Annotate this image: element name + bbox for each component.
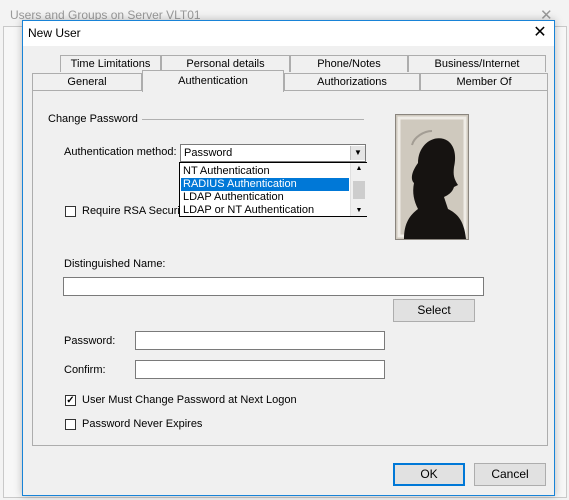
group-divider	[142, 119, 364, 120]
cancel-button[interactable]: Cancel	[474, 463, 546, 486]
tab-phone-notes[interactable]: Phone/Notes	[290, 55, 408, 72]
auth-method-combobox[interactable]: Password ▼	[180, 144, 366, 162]
password-field[interactable]	[135, 331, 385, 350]
chevron-down-icon[interactable]: ▼	[350, 146, 365, 160]
auth-method-label: Authentication method:	[64, 146, 177, 158]
scroll-up-icon[interactable]: ▲	[351, 163, 367, 174]
tab-business-internet[interactable]: Business/Internet	[408, 55, 546, 72]
close-icon[interactable]: ✕	[528, 22, 552, 44]
scroll-thumb[interactable]	[353, 181, 365, 199]
dropdown-option-nt[interactable]: NT Authentication	[181, 165, 349, 178]
must-change-checkbox[interactable]: ✓	[65, 395, 76, 406]
ok-button[interactable]: OK	[393, 463, 465, 486]
never-expires-label: Password Never Expires	[82, 418, 203, 430]
rsa-checkbox[interactable]	[65, 206, 76, 217]
tab-general[interactable]: General	[32, 73, 142, 90]
dialog-title: New User	[28, 26, 81, 40]
select-button[interactable]: Select	[393, 299, 475, 322]
dropdown-scrollbar[interactable]: ▲ ▼	[350, 163, 367, 216]
rsa-label: Require RSA Securi	[82, 205, 180, 217]
dropdown-option-radius[interactable]: RADIUS Authentication	[181, 178, 349, 191]
auth-method-value: Password	[184, 147, 233, 159]
never-expires-checkbox[interactable]	[65, 419, 76, 430]
group-title: Change Password	[48, 113, 138, 125]
dn-field[interactable]	[63, 277, 484, 296]
dn-label: Distinguished Name:	[64, 258, 166, 270]
dialog-titlebar[interactable]: New User ✕	[23, 21, 554, 46]
confirm-label: Confirm:	[64, 364, 106, 376]
tab-authentication[interactable]: Authentication	[142, 70, 284, 92]
auth-method-dropdown-list[interactable]: NT Authentication RADIUS Authentication …	[179, 162, 367, 217]
scroll-down-icon[interactable]: ▼	[351, 205, 367, 216]
must-change-label: User Must Change Password at Next Logon	[82, 394, 297, 406]
user-photo	[395, 114, 469, 240]
password-label: Password:	[64, 335, 116, 347]
dropdown-option-ldap-or-nt[interactable]: LDAP or NT Authentication	[181, 204, 349, 217]
tab-member-of[interactable]: Member Of	[420, 73, 548, 90]
confirm-field[interactable]	[135, 360, 385, 379]
tab-authorizations[interactable]: Authorizations	[284, 73, 420, 90]
dropdown-option-ldap[interactable]: LDAP Authentication	[181, 191, 349, 204]
